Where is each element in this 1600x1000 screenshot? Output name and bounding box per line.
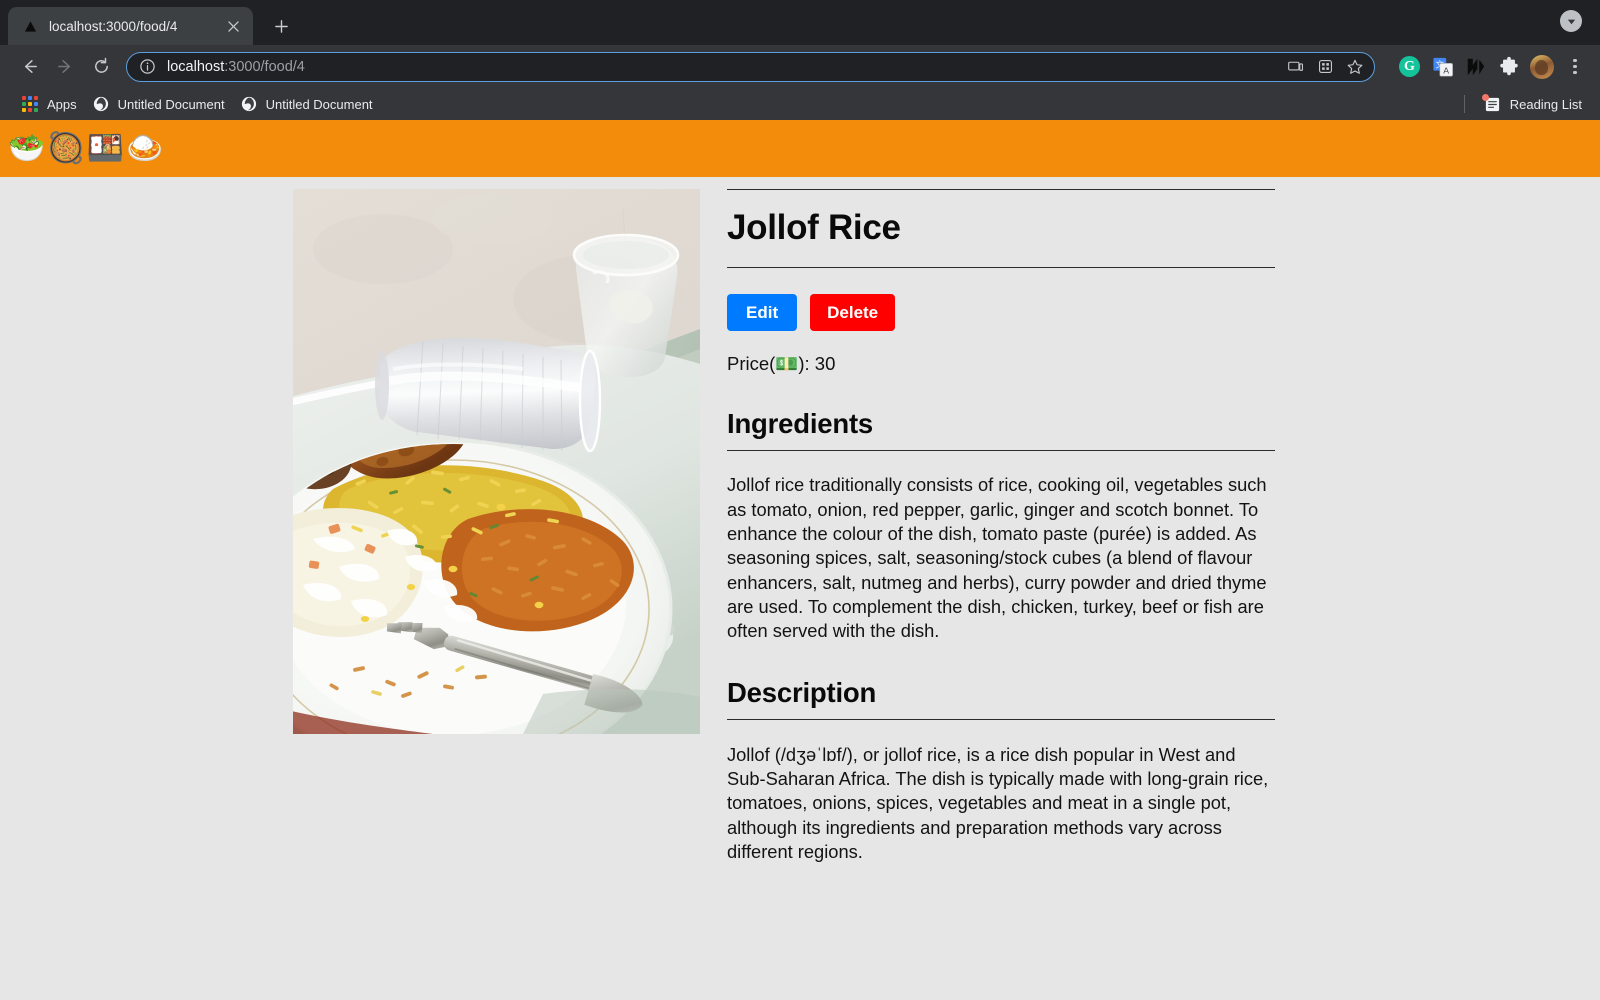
description-text: Jollof (/dʒəˈlɒf/), or jollof rice, is a… (727, 743, 1269, 862)
edit-button[interactable]: Edit (727, 294, 798, 332)
url-path: :3000/food/4 (224, 58, 305, 75)
apps-grid-icon (22, 96, 38, 112)
star-bookmark-icon[interactable] (1342, 54, 1368, 80)
bookmark-untitled-document-2[interactable]: Untitled Document (233, 93, 381, 115)
notification-dot (1481, 93, 1489, 101)
cast-device-icon[interactable] (1282, 54, 1308, 80)
ingredients-heading: Ingredients (727, 408, 874, 440)
bento-box-emoji-icon: 🍱 (86, 131, 125, 165)
page-title: Jollof Rice (727, 208, 901, 247)
tab-strip: localhost:3000/food/4 (0, 0, 1600, 45)
svg-text:A: A (1443, 65, 1449, 75)
ingredients-text: Jollof rice traditionally consists of ri… (727, 474, 1267, 642)
address-bar-url: localhost:3000/food/4 (167, 59, 1282, 75)
food-detail-column: Jollof Rice Edit Delete Price(💵): 30 Ing… (727, 189, 1275, 864)
reload-icon[interactable] (84, 50, 118, 84)
url-host: localhost (167, 58, 225, 75)
salad-emoji-icon: 🥗 (8, 131, 46, 165)
ingredients-section: Ingredients Jollof rice traditionally co… (727, 408, 1275, 643)
close-icon[interactable] (223, 16, 243, 36)
info-circle-icon[interactable] (139, 58, 157, 76)
action-buttons: Edit Delete (727, 294, 1275, 332)
browser-window: localhost:3000/food/4 localhost:3000/foo… (0, 0, 1600, 1000)
shallow-pan-of-food-emoji-icon: 🥘 (47, 131, 85, 165)
bookmark-label: Untitled Document (265, 96, 373, 112)
bookmark-apps[interactable]: Apps (14, 93, 85, 115)
omnibox-action-icons (1282, 54, 1368, 80)
delete-button[interactable]: Delete (810, 294, 896, 332)
new-tab-button[interactable] (265, 10, 297, 42)
bookmarks-bar: Apps Untitled Document Untitled Document… (0, 88, 1600, 120)
avatar[interactable] (1529, 54, 1554, 79)
browser-tab[interactable]: localhost:3000/food/4 (8, 7, 253, 45)
chevron-down-icon[interactable] (1560, 10, 1582, 32)
title-rule-bottom (727, 267, 1275, 268)
extension-icons: G 文 A (1387, 54, 1588, 79)
tab-title: localhost:3000/food/4 (49, 18, 178, 34)
reading-list-icon (1481, 93, 1501, 113)
grammarly-letter: G (1399, 56, 1420, 77)
page-viewport: 🥗 🥘 🍱 🍛 Jollof Rice Edit Delete Price(💵)… (0, 120, 1600, 1000)
ingredients-rule (727, 450, 1275, 452)
site-header: 🥗 🥘 🍱 🍛 (0, 120, 1600, 177)
reading-list-button[interactable]: Reading List (1463, 93, 1586, 113)
globe-icon (93, 96, 109, 112)
reading-list-label: Reading List (1509, 96, 1582, 112)
google-translate-extension-icon[interactable]: 文 A (1430, 54, 1455, 79)
price-text: Price(💵): 30 (727, 353, 836, 375)
curry-rice-emoji-icon: 🍛 (126, 131, 164, 165)
globe-icon (241, 96, 257, 112)
arrow-right-icon[interactable] (48, 50, 82, 84)
description-heading: Description (727, 676, 877, 708)
m-extension-icon[interactable] (1463, 54, 1488, 79)
address-bar[interactable]: localhost:3000/food/4 (126, 51, 1375, 82)
kebab-menu-icon[interactable] (1562, 58, 1588, 75)
description-section: Description Jollof (/dʒəˈlɒf/), or jollo… (727, 677, 1275, 865)
nextjs-triangle-icon (22, 18, 39, 35)
grammarly-extension-icon[interactable]: G (1397, 54, 1422, 79)
arrow-left-icon[interactable] (12, 50, 46, 84)
browser-toolbar: localhost:3000/food/4 G 文 (0, 45, 1600, 88)
description-rule (727, 718, 1275, 720)
puzzle-extensions-icon[interactable] (1496, 54, 1521, 79)
bookmark-label: Apps (47, 96, 77, 112)
food-detail-page: Jollof Rice Edit Delete Price(💵): 30 Ing… (0, 177, 1600, 864)
qr-code-icon[interactable] (1312, 54, 1338, 80)
food-image-column (0, 189, 727, 864)
food-photo (293, 189, 700, 734)
title-rule-top (727, 189, 1275, 190)
bookmark-untitled-document-1[interactable]: Untitled Document (85, 93, 233, 115)
divider (1463, 95, 1465, 113)
bookmark-label: Untitled Document (117, 96, 225, 112)
